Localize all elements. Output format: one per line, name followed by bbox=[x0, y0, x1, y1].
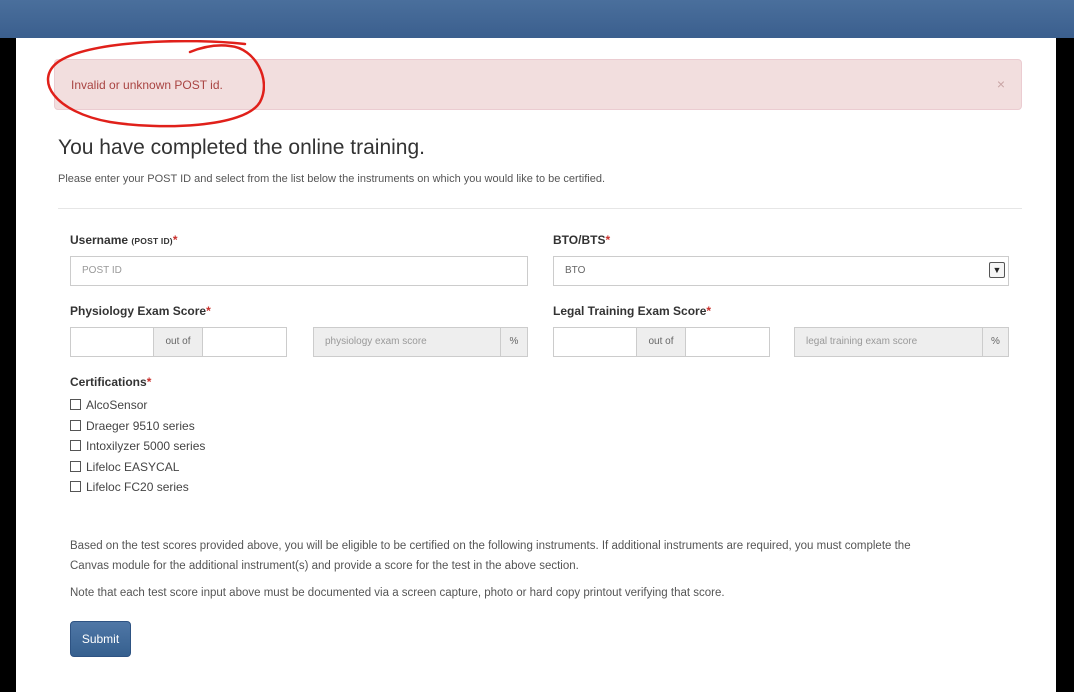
checkbox-lifeloc-easycal[interactable]: Lifeloc EASYCAL bbox=[70, 459, 179, 475]
chevron-down-icon[interactable]: ▼ bbox=[989, 262, 1005, 278]
close-icon[interactable]: × bbox=[997, 76, 1005, 92]
bto-bts-select[interactable]: BTO ▼ bbox=[553, 256, 1009, 286]
certifications-label: Certifications* bbox=[70, 375, 152, 389]
checkbox-alcosensor[interactable]: AlcoSensor bbox=[70, 397, 147, 413]
legal-score-input[interactable] bbox=[553, 327, 637, 357]
submit-button[interactable]: Submit bbox=[70, 621, 131, 657]
checkbox-draeger[interactable]: Draeger 9510 series bbox=[70, 418, 195, 434]
divider bbox=[58, 208, 1022, 209]
main-content: Invalid or unknown POST id. × You have c… bbox=[16, 38, 1056, 692]
physiology-total-input[interactable] bbox=[202, 327, 287, 357]
checkbox-icon[interactable] bbox=[70, 420, 81, 431]
physiology-score-input[interactable] bbox=[70, 327, 154, 357]
legal-out-of: out of bbox=[636, 327, 686, 357]
error-alert: Invalid or unknown POST id. × bbox=[54, 59, 1022, 110]
physiology-label: Physiology Exam Score* bbox=[70, 304, 211, 318]
checkbox-intoxilyzer[interactable]: Intoxilyzer 5000 series bbox=[70, 438, 205, 454]
eligibility-text: Based on the test scores provided above,… bbox=[70, 536, 911, 576]
username-placeholder: POST ID bbox=[82, 265, 122, 276]
required-marker: * bbox=[146, 375, 152, 389]
required-marker: * bbox=[172, 233, 178, 247]
checkbox-lifeloc-fc20[interactable]: Lifeloc FC20 series bbox=[70, 479, 189, 495]
alert-message: Invalid or unknown POST id. bbox=[71, 78, 223, 92]
top-nav-bar bbox=[0, 0, 1074, 38]
percent-addon: % bbox=[982, 327, 1009, 357]
required-marker: * bbox=[206, 304, 211, 318]
required-marker: * bbox=[605, 233, 611, 247]
legal-label: Legal Training Exam Score* bbox=[553, 304, 712, 318]
checkbox-icon[interactable] bbox=[70, 461, 81, 472]
bto-bts-label: BTO/BTS* bbox=[553, 233, 611, 247]
checkbox-icon[interactable] bbox=[70, 440, 81, 451]
username-input[interactable]: POST ID bbox=[70, 256, 528, 286]
page-title: You have completed the online training. bbox=[58, 136, 425, 159]
legal-total-input[interactable] bbox=[685, 327, 770, 357]
checkbox-icon[interactable] bbox=[70, 481, 81, 492]
eligibility-line-2: Canvas module for the additional instrum… bbox=[70, 560, 579, 572]
bto-bts-value: BTO bbox=[565, 265, 586, 276]
physiology-percent-field: physiology exam score bbox=[313, 327, 501, 357]
checkbox-icon[interactable] bbox=[70, 399, 81, 410]
physiology-out-of: out of bbox=[153, 327, 203, 357]
legal-percent-field: legal training exam score bbox=[794, 327, 983, 357]
percent-addon: % bbox=[500, 327, 528, 357]
documentation-note: Note that each test score input above mu… bbox=[70, 587, 725, 599]
username-label: Username (POST ID)* bbox=[70, 233, 178, 247]
eligibility-line-1: Based on the test scores provided above,… bbox=[70, 540, 911, 552]
page-subtitle: Please enter your POST ID and select fro… bbox=[58, 173, 606, 185]
required-marker: * bbox=[706, 304, 712, 318]
